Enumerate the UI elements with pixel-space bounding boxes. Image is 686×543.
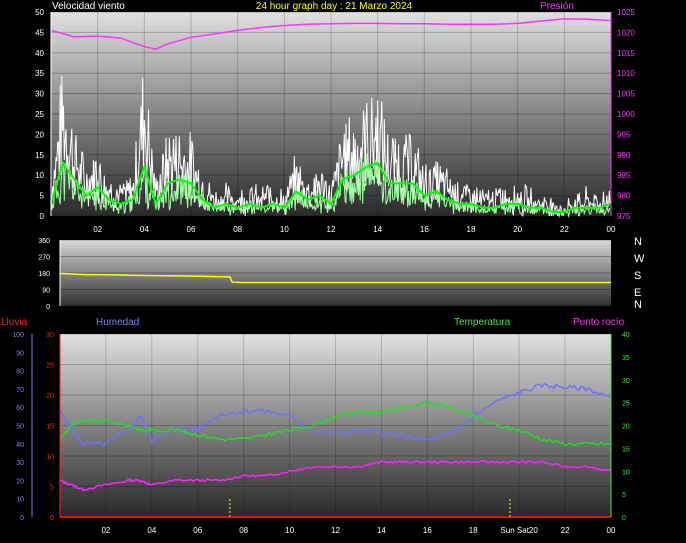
humidity-y-tick-label: 20 <box>16 478 24 485</box>
humidity-y-tick-label: 30 <box>16 460 24 467</box>
pressure-y-tick-label: 1015 <box>617 49 635 58</box>
wind-x-tick-label: 08 <box>233 225 242 234</box>
humidity-y-tick-label: 90 <box>16 350 24 357</box>
humidity-x-tick-label: 02 <box>101 526 110 535</box>
humidity-y-tick-label: 10 <box>16 497 24 504</box>
pressure-y-tick-label: 1020 <box>617 28 635 37</box>
direction-letter-n-bottom: N <box>634 299 642 311</box>
wind-x-tick-label: 00 <box>607 225 616 234</box>
temperature-y-tick-label: 0 <box>622 515 626 522</box>
humidity-x-tick-label: 22 <box>561 526 570 535</box>
wind-x-tick-label: 10 <box>280 225 289 234</box>
rain-y-tick-label: 20 <box>46 393 54 400</box>
wind-x-tick-label: 22 <box>560 225 569 234</box>
temperature-y-tick-label: 20 <box>622 424 630 431</box>
humidity-x-tick-label: 18 <box>469 526 478 535</box>
direction-letter-e: E <box>634 287 641 299</box>
weather-graph: 0510152025303540455097598098599099510001… <box>1 1 645 535</box>
wind-y-tick-label: 35 <box>35 69 44 78</box>
humidity-x-tick-label: Sun Sat20 <box>500 526 538 535</box>
direction-letter-w: W <box>634 253 645 265</box>
humidity-y-tick-label: 60 <box>16 405 24 412</box>
humidity-y-tick-label: 100 <box>12 332 24 339</box>
pressure-y-tick-label: 985 <box>617 171 631 180</box>
wind-y-tick-label: 5 <box>40 192 45 201</box>
direction-y-tick-label: 0 <box>46 304 50 311</box>
pressure-y-tick-label: 1005 <box>617 90 635 99</box>
humidity-y-tick-label: 40 <box>16 442 24 449</box>
wind-y-tick-label: 30 <box>35 90 44 99</box>
wind-y-tick-label: 40 <box>35 49 44 58</box>
rain-y-tick-label: 30 <box>46 332 54 339</box>
wind-y-tick-label: 45 <box>35 28 44 37</box>
direction-letter-n-top: N <box>634 236 642 248</box>
wind-x-tick-label: 18 <box>467 225 476 234</box>
wind-x-tick-label: 12 <box>327 225 336 234</box>
humidity-x-tick-label: 04 <box>147 526 156 535</box>
temperature-y-tick-label: 40 <box>622 332 630 339</box>
humidity-y-tick-label: 50 <box>16 424 24 431</box>
wind-x-tick-label: 04 <box>140 225 149 234</box>
rain-y-tick-label: 15 <box>46 424 54 431</box>
humidity-y-tick-label: 80 <box>16 369 24 376</box>
humidity-x-tick-label: 00 <box>607 526 616 535</box>
humidity-x-tick-label: 06 <box>193 526 202 535</box>
pressure-y-tick-label: 995 <box>617 130 631 139</box>
pressure-y-tick-label: 1025 <box>617 8 635 17</box>
rain-y-tick-label: 25 <box>46 363 54 370</box>
wind-x-tick-label: 20 <box>513 225 522 234</box>
pressure-y-tick-label: 975 <box>617 212 631 221</box>
humidity-x-tick-label: 14 <box>377 526 386 535</box>
temperature-y-tick-label: 30 <box>622 378 630 385</box>
wind-x-tick-label: 16 <box>420 225 429 234</box>
direction-letter-s: S <box>634 270 641 282</box>
pressure-y-tick-label: 980 <box>617 192 631 201</box>
rain-label: Lluvia <box>1 317 28 328</box>
rain-y-tick-label: 5 <box>50 485 54 492</box>
direction-y-tick-label: 270 <box>38 255 50 262</box>
rain-y-tick-label: 0 <box>50 515 54 522</box>
wind-y-tick-label: 25 <box>35 110 44 119</box>
direction-y-tick-label: 180 <box>38 271 50 278</box>
pressure-y-tick-label: 1010 <box>617 69 635 78</box>
wind-y-tick-label: 10 <box>35 171 44 180</box>
humidity-x-tick-label: 12 <box>331 526 340 535</box>
wind-x-tick-label: 14 <box>373 225 382 234</box>
temperature-y-tick-label: 15 <box>622 446 630 453</box>
wind-y-tick-label: 15 <box>35 151 44 160</box>
wind-y-tick-label: 0 <box>40 212 45 221</box>
direction-y-tick-label: 90 <box>42 288 50 295</box>
humidity-y-tick-label: 70 <box>16 387 24 394</box>
humidity-x-tick-label: 08 <box>239 526 248 535</box>
wind-x-tick-label: 06 <box>187 225 196 234</box>
direction-y-tick-label: 360 <box>38 238 50 245</box>
rain-y-tick-label: 10 <box>46 454 54 461</box>
temperature-y-tick-label: 25 <box>622 401 630 408</box>
chart-title: 24 hour graph day : 21 Marzo 2024 <box>256 1 413 12</box>
humidity-x-tick-label: 16 <box>423 526 432 535</box>
pressure-y-tick-label: 1000 <box>617 110 635 119</box>
wind-y-tick-label: 20 <box>35 130 44 139</box>
temperature-y-tick-label: 10 <box>622 469 630 476</box>
temperature-y-tick-label: 5 <box>622 492 626 499</box>
pressure-label: Presión <box>540 1 574 12</box>
humidity-label: Humedad <box>96 317 139 328</box>
pressure-y-tick-label: 990 <box>617 151 631 160</box>
humidity-x-tick-label: 10 <box>285 526 294 535</box>
dewpoint-label: Punto rocío <box>573 317 625 328</box>
temperature-label: Temperatura <box>454 317 511 328</box>
wind-y-tick-label: 50 <box>35 8 44 17</box>
wind-speed-label: Velocidad viento <box>52 1 125 12</box>
wind-x-tick-label: 02 <box>93 225 102 234</box>
temperature-y-tick-label: 35 <box>622 355 630 362</box>
humidity-y-tick-label: 0 <box>20 515 24 522</box>
